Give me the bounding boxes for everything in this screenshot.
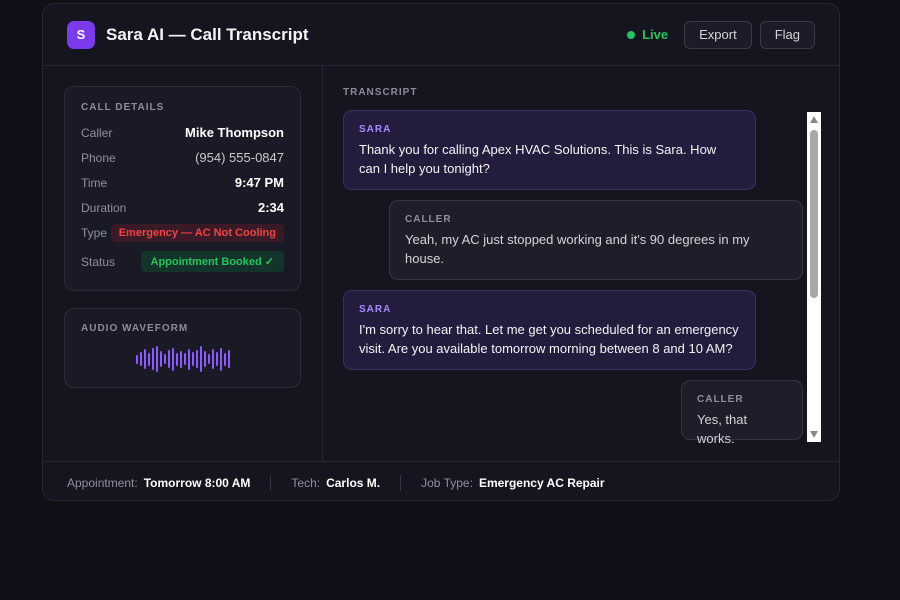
detail-row-time: Time 9:47 PM [81,170,284,195]
message-bubble: CALLER Yes, that works. [681,380,803,446]
waveform-panel: AUDIO WAVEFORM [64,308,301,388]
detail-row-phone: Phone (954) 555-0847 [81,145,284,170]
call-details-title: CALL DETAILS [81,102,165,113]
waveform-bar [219,347,222,371]
waveform-bar [191,352,194,366]
live-dot-icon [627,30,636,39]
live-indicator: Live [627,27,668,42]
waveform-bar [211,349,214,369]
waveform-bar [179,350,182,368]
caller-label: Caller [81,125,113,140]
app-logo: S [67,20,95,49]
detail-row-type: Type Emergency — AC Not Cooling [81,220,284,245]
live-label: Live [642,27,669,42]
detail-row-status: Status Appointment Booked ✓ [81,249,284,274]
left-column: CALL DETAILS Caller Mike Thompson Phone … [43,66,323,461]
time-label: Time [81,175,108,190]
message-text: Yes, that works. [697,412,748,446]
transcript-scrollbar[interactable] [807,112,821,442]
footer-appointment: Appointment: Tomorrow 8:00 AM [67,476,250,490]
type-badge: Emergency — AC Not Cooling [110,223,284,242]
waveform-bar [143,349,146,369]
waveform-bar [151,348,154,370]
duration-value: 2:34 [257,200,284,215]
flag-button[interactable]: Flag [759,20,815,49]
message-text: Thank you for calling Apex HVAC Solution… [359,142,717,176]
waveform-bar [175,352,178,366]
detail-row-duration: Duration 2:34 [81,195,284,220]
waveform-bar [183,353,186,365]
divider [270,474,272,491]
tech-value: Carlos M. [326,475,381,490]
waveform-bar [167,350,170,368]
waveform-bar [159,351,162,367]
scroll-up-icon[interactable] [810,116,818,123]
call-details-panel: CALL DETAILS Caller Mike Thompson Phone … [64,86,301,291]
footer-tech: Tech: Carlos M. [291,476,380,490]
job-type-label: Job Type: [421,475,473,490]
speaker-label: SARA [359,304,392,315]
phone-label: Phone [81,150,116,165]
audio-waveform[interactable] [81,344,284,374]
status-badge: Appointment Booked ✓ [140,251,284,272]
time-value: 9:47 PM [234,175,284,190]
scroll-down-icon[interactable] [810,431,818,438]
waveform-bar [139,352,142,366]
phone-value: (954) 555-0847 [195,150,284,165]
page-title: Sara AI — Call Transcript [106,24,309,44]
appointment-value: Tomorrow 8:00 AM [143,475,251,490]
scroll-thumb[interactable] [810,130,818,298]
detail-row-caller: Caller Mike Thompson [81,120,284,145]
header: S Sara AI — Call Transcript Live Export … [43,4,839,66]
waveform-bar [199,346,202,372]
tech-label: Tech: [291,475,321,490]
divider [400,474,402,491]
type-label: Type [81,225,108,240]
status-label: Status [81,254,116,269]
waveform-bar [155,346,158,372]
waveform-bar [195,350,198,368]
transcript-area: TRANSCRIPT SARA Thank you for calling Ap… [323,66,839,461]
waveform-bar [171,347,174,371]
duration-label: Duration [81,200,127,215]
waveform-bar [147,352,150,366]
speaker-label: CALLER [697,394,744,405]
appointment-label: Appointment: [67,475,138,490]
waveform-bar [187,348,190,370]
message-bubble: SARA Thank you for calling Apex HVAC Sol… [343,110,756,190]
footer-summary: Appointment: Tomorrow 8:00 AM Tech: Carl… [43,461,839,500]
speaker-label: SARA [359,124,392,135]
waveform-bar [227,350,230,368]
speaker-label: CALLER [405,214,452,225]
message-bubble: CALLER Yeah, my AC just stopped working … [389,200,803,280]
message-text: Yeah, my AC just stopped working and it'… [405,232,750,266]
waveform-bar [135,354,138,364]
message-bubble: SARA I'm sorry to hear that. Let me get … [343,290,756,370]
waveform-title: AUDIO WAVEFORM [81,323,189,334]
caller-value: Mike Thompson [185,125,284,140]
waveform-bar [223,352,226,366]
waveform-bar [215,352,218,366]
waveform-bar [163,354,166,364]
job-type-value: Emergency AC Repair [478,475,605,490]
message-text: I'm sorry to hear that. Let me get you s… [359,322,739,356]
waveform-bar [203,351,206,367]
waveform-bar [207,354,210,364]
transcript-label: TRANSCRIPT [343,87,418,98]
transcript-card: S Sara AI — Call Transcript Live Export … [42,3,840,501]
header-actions: Live Export Flag [627,20,815,49]
export-button[interactable]: Export [684,20,752,49]
footer-job-type: Job Type: Emergency AC Repair [421,476,604,490]
